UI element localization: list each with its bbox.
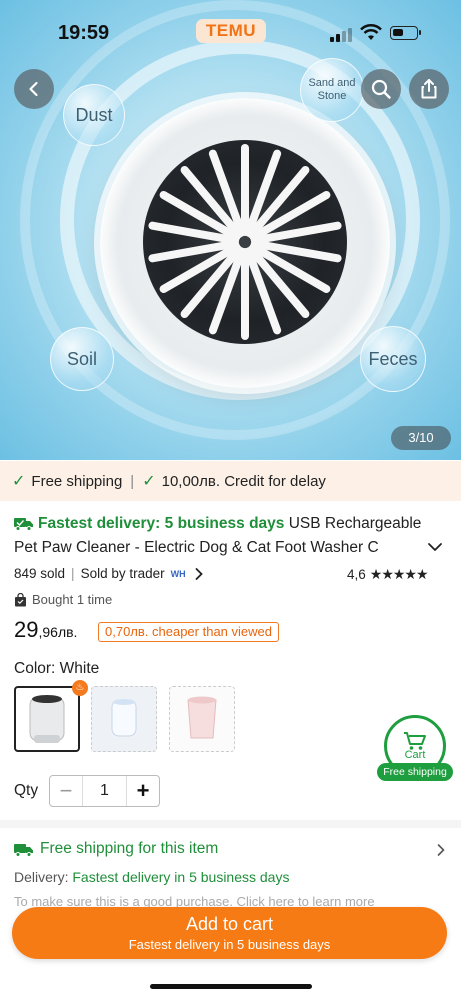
seller-name: Sold by trader	[80, 566, 165, 581]
color-swatch-white[interactable]	[14, 686, 80, 752]
back-button[interactable]	[14, 69, 54, 109]
share-icon	[421, 79, 437, 99]
cheaper-badge: 0,70лв. cheaper than viewed	[98, 622, 279, 642]
divider: |	[71, 566, 75, 581]
delivery-value: Fastest delivery in 5 business days	[72, 869, 290, 885]
share-button[interactable]	[409, 69, 449, 109]
bubble-label: Feces	[368, 348, 418, 369]
product-thumbnail	[187, 696, 217, 739]
free-shipping-text: Free shipping	[31, 472, 123, 490]
bubble-soil: Soil	[50, 327, 114, 391]
search-button[interactable]	[361, 69, 401, 109]
add-to-cart-label: Add to cart	[185, 914, 274, 934]
wifi-icon	[360, 24, 382, 40]
chevron-right-icon	[195, 567, 203, 580]
image-counter: 3/10	[391, 426, 451, 450]
fastest-delivery-label: Fastest delivery: 5 business days	[38, 515, 285, 532]
back-arrow-icon	[29, 81, 38, 97]
paw-cleaner-bristles	[143, 140, 347, 344]
bubble-label: Sand and Stone	[308, 77, 356, 102]
divider: |	[130, 472, 135, 490]
bought-text: Bought 1 time	[32, 592, 113, 607]
qty-decrease-button[interactable]: −	[50, 776, 82, 806]
product-thumbnail	[29, 695, 65, 743]
free-shipping-item[interactable]: Free shipping for this item	[14, 840, 218, 858]
cart-free-shipping-badge: Free shipping	[377, 763, 453, 781]
price: 29,96лв.	[14, 617, 77, 643]
qty-increase-button[interactable]: +	[127, 776, 159, 806]
search-icon	[371, 79, 391, 99]
star-rating-icon: ★★★★★	[369, 566, 429, 582]
bristle	[241, 248, 249, 340]
truck-icon	[14, 518, 33, 531]
bought-info: Bought 1 time	[14, 592, 112, 607]
chevron-right-icon[interactable]	[436, 842, 446, 858]
add-to-cart-button[interactable]: Add to cart Fastest delivery in 5 busine…	[12, 907, 447, 959]
status-time: 19:59	[58, 22, 110, 44]
price-main: 29	[14, 617, 39, 642]
product-title[interactable]: Fastest delivery: 5 business days USB Re…	[14, 512, 434, 560]
sold-count: 849 sold	[14, 566, 66, 581]
bubble-label: Dust	[75, 104, 113, 125]
qty-label: Qty	[14, 782, 39, 799]
cart-icon	[404, 732, 426, 750]
rating-value: 4,6	[347, 567, 366, 582]
free-shipping-title: Free shipping for this item	[40, 840, 219, 857]
cart-label: Cart	[404, 749, 426, 761]
add-to-cart-sub: Fastest delivery in 5 business days	[128, 937, 331, 952]
home-indicator	[150, 984, 312, 989]
delivery-line: Delivery: Fastest delivery in 5 business…	[14, 869, 289, 885]
seller-badge: WH	[170, 568, 186, 579]
bubble-label: Soil	[66, 348, 97, 369]
quantity-stepper[interactable]: − 1 +	[49, 775, 160, 807]
section-divider	[0, 820, 461, 828]
product-image-gallery[interactable]: Dust Sand and Stone Soil Feces 19:59 TEM…	[0, 0, 461, 460]
bubble-sand-stone: Sand and Stone	[300, 58, 364, 122]
qty-value[interactable]: 1	[82, 776, 127, 806]
rating[interactable]: 4,6 ★★★★★	[347, 566, 429, 583]
temu-logo: TEMU	[196, 19, 266, 43]
check-icon: ✓	[12, 473, 26, 490]
color-label: Color: White	[14, 660, 100, 677]
credit-text: 10,00лв. Credit for delay	[161, 472, 326, 490]
product-thumbnail	[111, 699, 137, 737]
delivery-prefix: Delivery:	[14, 869, 69, 885]
color-swatch-blue[interactable]	[91, 686, 157, 752]
battery-icon	[390, 26, 421, 40]
title-text-2: Pet Paw Cleaner - Electric Dog & Cat Foo…	[14, 539, 379, 556]
truck-icon	[14, 843, 33, 857]
check-icon: ✓	[142, 473, 156, 490]
title-text-1: USB Rechargeable	[288, 515, 422, 532]
bubble-feces: Feces	[360, 326, 426, 392]
shipping-banner[interactable]: ✓ Free shipping | ✓ 10,00лв. Credit for …	[0, 461, 461, 501]
fire-icon: ♨	[72, 680, 88, 696]
color-swatch-pink[interactable]	[169, 686, 235, 752]
bag-icon	[15, 592, 26, 606]
cellular-signal-icon	[330, 28, 352, 42]
bubble-dust: Dust	[63, 84, 125, 146]
chevron-down-icon[interactable]	[426, 538, 444, 556]
price-cents: ,96лв.	[38, 624, 78, 640]
